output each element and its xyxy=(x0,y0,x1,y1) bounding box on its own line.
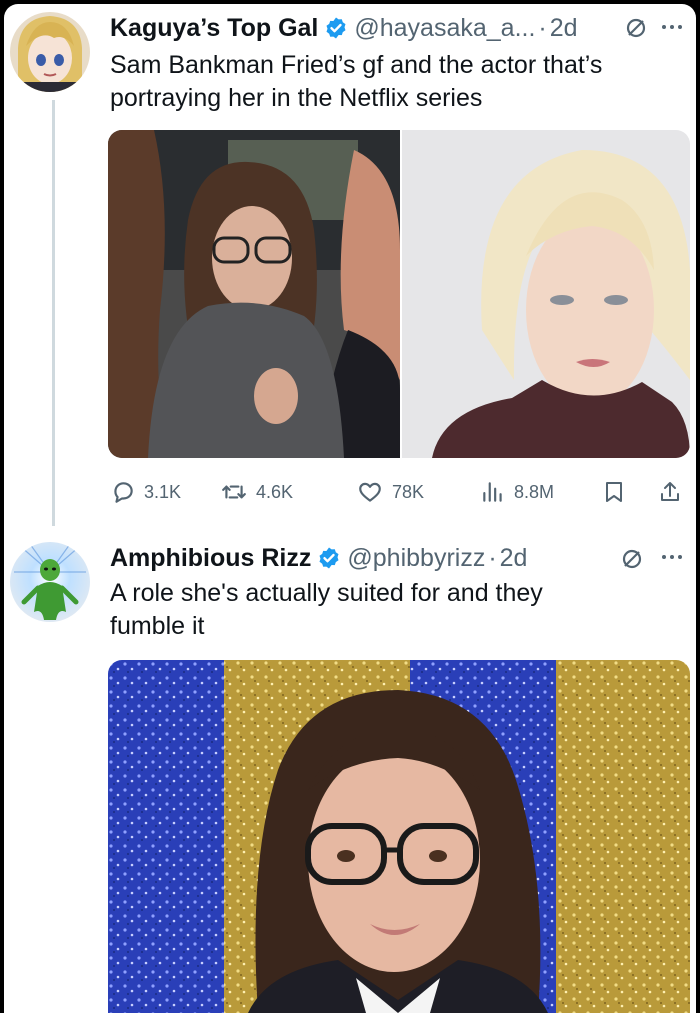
repost-count: 4.6K xyxy=(256,481,294,502)
reply-icon xyxy=(114,482,133,503)
tweet-text-line: portraying her in the Netflix series xyxy=(110,84,483,112)
tweet-1-header: Kaguya’s Top Gal @hayasaka_a... · 2d xyxy=(110,10,578,46)
bookmark-icon xyxy=(606,482,622,502)
timestamp[interactable]: 2d xyxy=(500,544,528,573)
repost-icon xyxy=(222,485,246,499)
thread-line xyxy=(52,100,55,526)
display-name[interactable]: Amphibious Rizz xyxy=(110,544,311,573)
timeline-card: Kaguya’s Top Gal @hayasaka_a... · 2d Sam… xyxy=(4,4,696,1013)
more-icon[interactable] xyxy=(660,22,684,32)
tweet-text-line: Sam Bankman Fried’s gf and the actor tha… xyxy=(110,51,603,79)
tweet-text-line: fumble it xyxy=(110,612,205,640)
like-count: 78K xyxy=(392,481,425,502)
avatar-amphibious[interactable] xyxy=(10,542,90,622)
tweet-1-photo-left[interactable] xyxy=(108,130,400,458)
tweet-text-line: A role she's actually suited for and the… xyxy=(110,579,543,607)
tweet-1-actions: 3.1K 4.6K 78K 8.8M xyxy=(110,474,690,510)
tweet-2-header: Amphibious Rizz @phibbyrizz · 2d xyxy=(110,540,527,576)
views-icon xyxy=(483,482,502,502)
separator: · xyxy=(488,543,497,572)
handle[interactable]: @phibbyrizz xyxy=(347,544,485,573)
handle[interactable]: @hayasaka_a... xyxy=(354,14,535,43)
like-button[interactable]: 78K xyxy=(356,474,424,510)
reply-button[interactable]: 3.1K xyxy=(110,474,181,510)
bookmark-button[interactable] xyxy=(602,474,626,510)
more-icon[interactable] xyxy=(660,552,684,562)
timestamp[interactable]: 2d xyxy=(550,14,578,43)
verified-badge-icon xyxy=(326,17,346,39)
verified-badge-icon xyxy=(319,547,339,569)
share-button[interactable] xyxy=(658,474,682,510)
views-button[interactable]: 8.8M xyxy=(480,474,554,510)
tweet-1-photo-right[interactable] xyxy=(402,130,690,458)
tweet-2-text: A role she's actually suited for and the… xyxy=(110,577,543,643)
like-icon xyxy=(359,482,381,502)
grok-icon[interactable] xyxy=(620,547,644,571)
avatar-kaguya[interactable] xyxy=(10,12,90,92)
share-icon xyxy=(661,482,679,501)
tweet-2-photo[interactable] xyxy=(108,660,690,1013)
display-name[interactable]: Kaguya’s Top Gal xyxy=(110,14,318,43)
reply-count: 3.1K xyxy=(144,481,182,502)
grok-icon[interactable] xyxy=(624,16,648,40)
tweet-1-text: Sam Bankman Fried’s gf and the actor tha… xyxy=(110,49,602,115)
repost-button[interactable]: 4.6K xyxy=(220,474,293,510)
views-count: 8.8M xyxy=(514,481,555,502)
separator: · xyxy=(538,13,547,42)
